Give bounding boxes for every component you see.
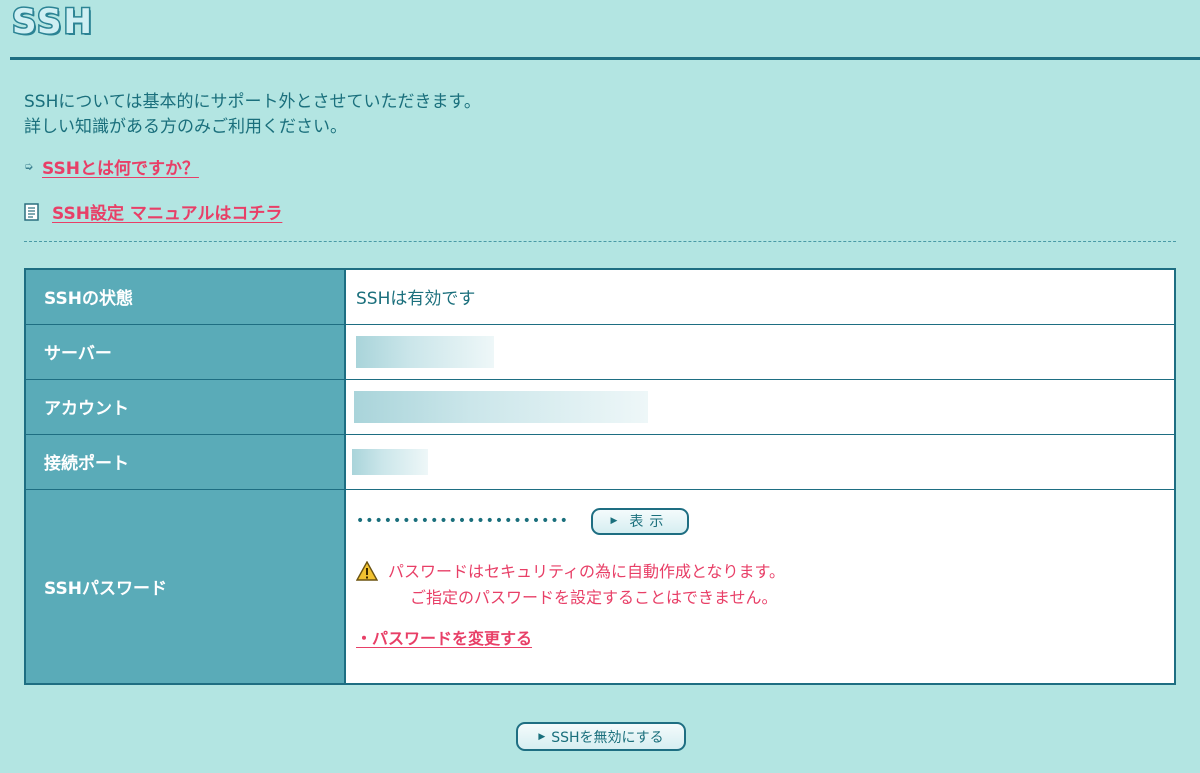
title-divider <box>10 57 1200 60</box>
document-icon <box>24 202 40 221</box>
play-icon: ▶ <box>610 516 624 526</box>
warning-line-2: ご指定のパスワードを設定することはできません。 <box>410 587 778 607</box>
ssh-status-value: SSHは有効です <box>344 268 1176 325</box>
table-row: SSHパスワード ••••••••••••••••••••••• ▶ 表示 パス… <box>24 488 1176 685</box>
password-masked: ••••••••••••••••••••••• <box>356 513 569 529</box>
row-label-password: SSHパスワード <box>24 488 346 685</box>
play-icon: ▶ <box>538 731 546 742</box>
server-value-cell <box>344 323 1176 380</box>
manual-link[interactable]: SSH設定 マニュアルはコチラ <box>52 199 282 224</box>
account-value-redacted <box>354 390 648 423</box>
password-cell: ••••••••••••••••••••••• ▶ 表示 パスワードはセキュリテ… <box>344 488 1176 685</box>
manual-row: SSH設定 マニュアルはコチラ <box>24 199 282 224</box>
what-is-ssh-link[interactable]: SSHとは何ですか？ <box>42 154 199 179</box>
table-row: サーバー <box>24 323 1176 380</box>
table-row: SSHの状態 SSHは有効です <box>24 268 1176 325</box>
warning-line-1: パスワードはセキュリティの為に自動作成となります。 <box>388 561 785 581</box>
warning-icon <box>355 560 379 581</box>
ssh-logo: SSH <box>11 1 94 44</box>
server-value-redacted <box>356 335 494 368</box>
dashed-divider <box>24 241 1176 242</box>
table-row: 接続ポート <box>24 433 1176 490</box>
row-label-status: SSHの状態 <box>24 268 346 325</box>
arrow-icon: ➭ <box>24 160 34 173</box>
show-button-label: 表示 <box>629 514 670 530</box>
intro-line-1: SSHについては基本的にサポート外とさせていただきます。 <box>24 92 481 112</box>
what-is-ssh-row: ➭ SSHとは何ですか？ <box>24 154 199 179</box>
row-label-account: アカウント <box>24 378 346 435</box>
row-label-server: サーバー <box>24 323 346 380</box>
disable-button-label: SSHを無効にする <box>551 729 664 746</box>
port-value-redacted <box>352 448 428 475</box>
change-password-link[interactable]: ・パスワードを変更する <box>356 625 532 649</box>
disable-ssh-button[interactable]: ▶ SSHを無効にする <box>516 722 686 751</box>
port-value-cell <box>344 433 1176 490</box>
password-warning: パスワードはセキュリティの為に自動作成となります。 ご指定のパスワードを設定する… <box>355 559 1174 611</box>
ssh-info-table: SSHの状態 SSHは有効です サーバー アカウント 接続ポート SSHパスワー… <box>24 268 1176 685</box>
intro-text: SSHについては基本的にサポート外とさせていただきます。 詳しい知識がある方のみ… <box>24 90 481 140</box>
intro-line-2: 詳しい知識がある方のみご利用ください。 <box>24 117 347 137</box>
show-password-button[interactable]: ▶ 表示 <box>590 507 689 535</box>
account-value-cell <box>344 378 1176 435</box>
table-row: アカウント <box>24 378 1176 435</box>
row-label-port: 接続ポート <box>24 433 346 490</box>
